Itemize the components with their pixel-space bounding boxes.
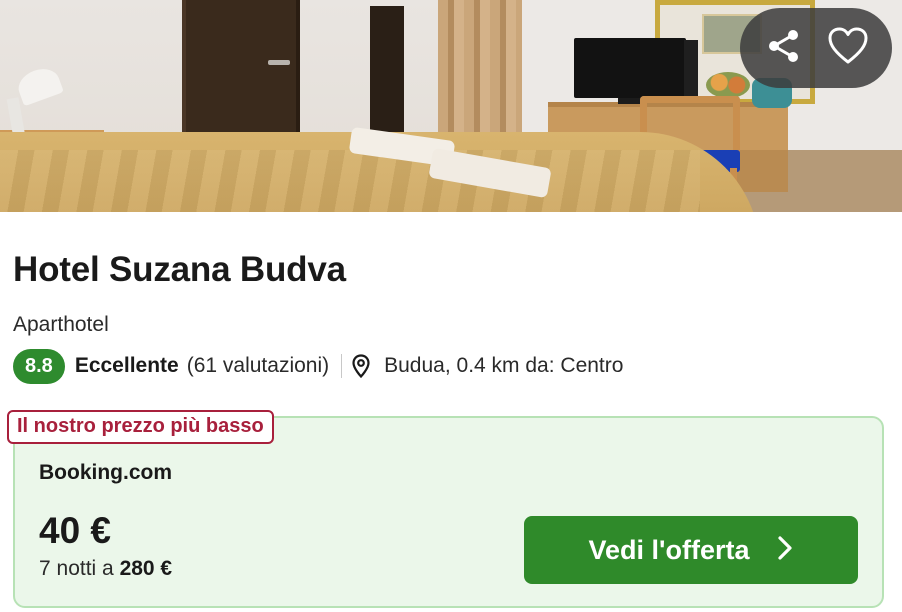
favorite-button[interactable]	[820, 20, 876, 76]
photo-door-handle	[268, 60, 290, 65]
hotel-name[interactable]: Hotel Suzana Budva	[13, 250, 346, 290]
nights-text: 7 notti a	[39, 557, 120, 580]
photo-flowers	[706, 72, 750, 98]
rating-label: Eccellente	[74, 354, 179, 377]
share-icon	[764, 26, 804, 71]
lowest-price-badge: Il nostro prezzo più basso	[7, 410, 274, 444]
rating-row: 8.8 Eccellente (61 valutazioni) Budua, 0…	[13, 348, 623, 384]
photo-lamp-shade	[14, 63, 64, 107]
hotel-location[interactable]: Budua, 0.4 km da: Centro	[384, 354, 623, 378]
review-count[interactable]: (61 valutazioni)	[187, 354, 329, 378]
hotel-type: Aparthotel	[13, 313, 109, 336]
view-offer-label: Vedi l'offerta	[588, 534, 750, 565]
photo-door-second	[370, 6, 404, 144]
nightly-price: 40 €	[39, 510, 112, 551]
deal-provider: Booking.com	[39, 461, 173, 484]
photo-tv-side	[684, 40, 698, 98]
divider	[341, 354, 343, 378]
photo-tv-stand	[618, 98, 642, 104]
photo-actions	[740, 8, 892, 88]
share-button[interactable]	[756, 20, 812, 76]
hotel-photo[interactable]	[0, 0, 902, 212]
heart-icon	[827, 26, 869, 71]
map-pin-icon	[352, 354, 370, 378]
total-price-line: 7 notti a 280 €	[39, 557, 172, 581]
photo-bed-folds	[0, 150, 700, 212]
photo-door	[182, 0, 300, 150]
photo-tv	[574, 38, 686, 98]
chevron-right-icon	[777, 535, 793, 566]
total-price: 280 €	[119, 557, 173, 580]
view-offer-button[interactable]: Vedi l'offerta	[524, 516, 858, 584]
rating-score-badge: 8.8	[13, 348, 65, 384]
